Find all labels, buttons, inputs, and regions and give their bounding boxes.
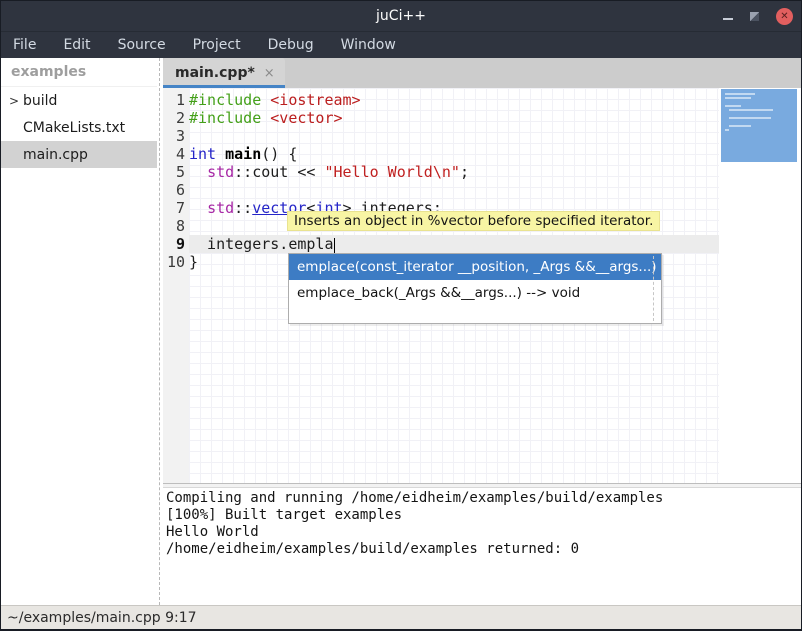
editor-column: main.cpp* × 12345678910 #include <iostre… xyxy=(163,58,801,605)
menu-item-edit[interactable]: Edit xyxy=(63,37,90,53)
code-segment: integers.empla xyxy=(189,235,334,253)
juci-window: juCi++ ✕ File Edit Source Project Debug Windo… xyxy=(1,1,801,629)
window-controls: ✕ xyxy=(723,1,793,31)
line-number-9: 9 xyxy=(163,235,189,253)
code-line-5[interactable]: std::cout << "Hello World\n"; xyxy=(189,163,719,181)
terminal-line: /home/eidheim/examples/build/examples re… xyxy=(166,541,801,558)
tab-close-icon[interactable]: × xyxy=(264,66,275,81)
code-line-4[interactable]: int main() { xyxy=(189,145,719,163)
code-segment xyxy=(189,199,207,217)
code-segment: :: xyxy=(234,199,252,217)
tree-item-label: CMakeLists.txt xyxy=(23,120,125,136)
code-segment: #include xyxy=(189,109,261,127)
code-segment: "Hello World\n" xyxy=(324,163,459,181)
code-segment: <vector> xyxy=(270,109,342,127)
minimap-line xyxy=(725,93,755,95)
line-number-6: 6 xyxy=(163,181,189,199)
close-icon[interactable]: ✕ xyxy=(776,8,793,25)
tree-item-label: build xyxy=(23,93,57,109)
tree-item-label: main.cpp xyxy=(23,147,88,163)
file-tree: > build CMakeLists.txt main.cpp xyxy=(1,87,157,168)
menu-item-source[interactable]: Source xyxy=(118,37,166,53)
code-segment xyxy=(189,163,207,181)
completion-item-1[interactable]: emplace_back(_Args &&__args...) --> void xyxy=(289,280,661,306)
menu-item-project[interactable]: Project xyxy=(193,37,241,53)
code-line-3[interactable] xyxy=(189,127,719,145)
minimap-line xyxy=(725,97,751,99)
status-file-position: ~/examples/main.cpp 9:17 xyxy=(7,610,197,626)
text-cursor xyxy=(334,238,336,253)
doc-tooltip: Inserts an object in %vector before spec… xyxy=(287,211,660,231)
minimap-line xyxy=(729,125,751,127)
menu-item-debug[interactable]: Debug xyxy=(268,37,314,53)
code-line-9[interactable]: integers.empla xyxy=(189,235,719,253)
code-segment: main xyxy=(225,145,261,163)
code-segment: <iostream> xyxy=(270,91,360,109)
code-line-6[interactable] xyxy=(189,181,719,199)
line-number-7: 7 xyxy=(163,199,189,217)
line-number-8: 8 xyxy=(163,217,189,235)
code-segment: std xyxy=(207,163,234,181)
minimize-icon[interactable] xyxy=(723,18,733,20)
terminal-line: Compiling and running /home/eidheim/exam… xyxy=(166,490,801,507)
tab-main-cpp[interactable]: main.cpp* × xyxy=(163,58,285,88)
minimap-viewport[interactable] xyxy=(721,89,797,162)
terminal-output[interactable]: Compiling and running /home/eidheim/exam… xyxy=(163,488,801,605)
title-bar: juCi++ ✕ xyxy=(1,1,801,31)
code-segment xyxy=(261,91,270,109)
code-segment xyxy=(216,145,225,163)
code-editor[interactable]: 12345678910 #include <iostream>#include … xyxy=(163,88,801,483)
minimap-column xyxy=(719,88,801,483)
line-number-5: 5 xyxy=(163,163,189,181)
tab-bar: main.cpp* × xyxy=(163,58,801,88)
restore-icon[interactable] xyxy=(750,12,759,21)
tab-label: main.cpp* xyxy=(175,65,255,81)
code-segment: () { xyxy=(261,145,297,163)
minimap-line xyxy=(725,129,729,131)
menu-item-file[interactable]: File xyxy=(13,37,36,53)
completion-item-0[interactable]: emplace(const_iterator __position, _Args… xyxy=(289,254,661,280)
status-bar: ~/examples/main.cpp 9:17 xyxy=(1,605,801,629)
file-tree-sidebar: examples > build CMakeLists.txt main.cpp xyxy=(1,58,157,605)
code-segment: ; xyxy=(460,163,469,181)
chevron-right-icon[interactable]: > xyxy=(9,94,19,108)
code-segment: #include xyxy=(189,91,261,109)
line-number-1: 1 xyxy=(163,91,189,109)
code-line-2[interactable]: #include <vector> xyxy=(189,109,719,127)
popup-scrollbar[interactable] xyxy=(653,256,654,321)
line-number-3: 3 xyxy=(163,127,189,145)
window-title: juCi++ xyxy=(1,8,801,24)
project-name-header: examples xyxy=(1,58,157,87)
minimap-line xyxy=(729,117,771,119)
code-segment: ::cout << xyxy=(234,163,324,181)
line-number-4: 4 xyxy=(163,145,189,163)
line-number-10: 10 xyxy=(163,253,189,271)
minimap-line xyxy=(729,109,773,111)
menu-bar: File Edit Source Project Debug Window xyxy=(1,31,801,58)
main-area: examples > build CMakeLists.txt main.cpp ma… xyxy=(1,58,801,605)
gutter: 12345678910 xyxy=(163,88,189,483)
code-segment: } xyxy=(189,253,198,271)
menu-item-window[interactable]: Window xyxy=(341,37,396,53)
minimap-line xyxy=(725,105,741,107)
tree-item-build[interactable]: > build xyxy=(1,87,157,114)
autocomplete-popup: emplace(const_iterator __position, _Args… xyxy=(288,253,662,324)
line-number-2: 2 xyxy=(163,109,189,127)
terminal-line: Hello World xyxy=(166,524,801,541)
code-segment: std xyxy=(207,199,234,217)
code-line-1[interactable]: #include <iostream> xyxy=(189,91,719,109)
tree-item-cmakelists-txt[interactable]: CMakeLists.txt xyxy=(1,114,157,141)
code-segment xyxy=(261,109,270,127)
code-segment: int xyxy=(189,145,216,163)
tree-item-main-cpp[interactable]: main.cpp xyxy=(1,141,157,168)
terminal-line: [100%] Built target examples xyxy=(166,507,801,524)
